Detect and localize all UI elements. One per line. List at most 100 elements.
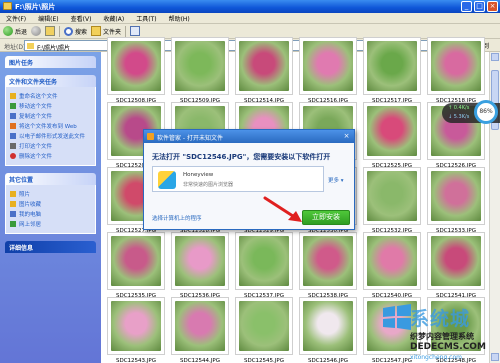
- folder-icon: [10, 201, 16, 207]
- thumbnail-photo: [303, 236, 353, 286]
- folder-icon: [27, 43, 34, 49]
- menu-tools[interactable]: 工具(T): [136, 14, 156, 23]
- views-button[interactable]: [130, 26, 141, 36]
- file-name[interactable]: SDC12543.JPG: [105, 358, 167, 363]
- minimize-button[interactable]: _: [461, 1, 472, 12]
- dialog-message: 无法打开 "SDC12546.JPG"，您需要安装以下软件打开: [152, 153, 331, 161]
- menu-view[interactable]: 查看(V): [71, 14, 92, 23]
- maximize-button[interactable]: □: [474, 1, 485, 12]
- thumbnail[interactable]: [235, 37, 293, 95]
- folder-icon: [3, 2, 12, 10]
- watermark-brand: 系统城: [410, 308, 471, 330]
- thumbnail[interactable]: [107, 297, 165, 355]
- place-my-computer[interactable]: 我的电脑: [10, 210, 91, 218]
- menu-edit[interactable]: 编辑(E): [38, 14, 58, 23]
- details-header[interactable]: 详细信息: [5, 241, 96, 253]
- windows-logo-icon: [383, 304, 411, 330]
- copy-icon: [10, 113, 16, 119]
- menu-help[interactable]: 帮助(H): [169, 14, 190, 23]
- task-label: 删除这个文件: [19, 154, 53, 160]
- dialog-close-button[interactable]: ×: [342, 132, 351, 141]
- menu-file[interactable]: 文件(F): [6, 14, 26, 23]
- task-rename[interactable]: 重命名这个文件: [10, 92, 91, 100]
- thumbnail[interactable]: [363, 232, 421, 290]
- software-manager-icon: [147, 133, 154, 140]
- picture-tasks-panel: 图片任务: [5, 56, 96, 68]
- folders-button[interactable]: 文件夹: [91, 26, 121, 36]
- thumbnail[interactable]: [363, 37, 421, 95]
- toolbar-separator: [59, 25, 61, 37]
- place-photos[interactable]: 照片: [10, 190, 91, 198]
- thumbnail[interactable]: [299, 37, 357, 95]
- place-label: 图片收藏: [19, 202, 42, 208]
- task-copy[interactable]: 复制这个文件: [10, 112, 91, 120]
- watermark: 系统城 织梦内容管理系统 DEDECMS.COM xitongcheng.com: [380, 302, 500, 363]
- views-icon: [130, 26, 141, 36]
- thumbnail[interactable]: [427, 167, 485, 225]
- thumbnail-photo: [431, 236, 481, 286]
- place-label: 网上邻居: [19, 222, 42, 228]
- file-name[interactable]: SDC12545.JPG: [233, 358, 295, 363]
- scroll-up-arrow[interactable]: [491, 53, 499, 61]
- thumbnail[interactable]: [235, 232, 293, 290]
- place-my-pictures[interactable]: 图片收藏: [10, 200, 91, 208]
- back-button[interactable]: 后退: [3, 26, 27, 36]
- task-label: 打印这个文件: [19, 144, 53, 150]
- thumbnail-photo: [303, 41, 353, 91]
- thumbnail[interactable]: [427, 37, 485, 95]
- folders-icon: [91, 26, 102, 36]
- file-name[interactable]: SDC12546.JPG: [297, 358, 359, 363]
- thumbnail[interactable]: [299, 297, 357, 355]
- thumbnail-photo: [367, 106, 417, 156]
- other-places-header[interactable]: 其它位置: [5, 173, 96, 185]
- task-email[interactable]: 以电子邮件形式发送此文件: [10, 132, 91, 140]
- more-link[interactable]: 更多 ▾: [328, 176, 344, 184]
- task-delete[interactable]: 删除这个文件: [10, 152, 91, 160]
- network-speed-widget[interactable]: ↑ 0.4K/s ↓ 5.3K/s 86%: [442, 100, 500, 124]
- search-icon: [64, 26, 74, 36]
- more-label: 更多: [328, 178, 340, 184]
- picture-tasks-header[interactable]: 图片任务: [5, 56, 96, 68]
- file-tasks-header[interactable]: 文件和文件夹任务: [5, 75, 96, 87]
- forward-button[interactable]: [31, 26, 42, 36]
- choose-program-link[interactable]: 选择计算机上的程序: [152, 214, 202, 222]
- thumbnail[interactable]: [107, 232, 165, 290]
- task-publish-web[interactable]: 将这个文件发布到 Web: [10, 122, 91, 130]
- delete-icon: [10, 153, 16, 159]
- back-arrow-icon: [3, 26, 13, 36]
- thumbnail-photo: [239, 236, 289, 286]
- task-move[interactable]: 移动这个文件: [10, 102, 91, 110]
- thumbnail[interactable]: [363, 102, 421, 160]
- thumbnail[interactable]: [171, 37, 229, 95]
- software-card[interactable]: Honeyview 非常快速的图片浏览器: [152, 166, 324, 192]
- file-name[interactable]: SDC12544.JPG: [169, 358, 231, 363]
- file-tasks-title: 文件和文件夹任务: [9, 78, 58, 86]
- search-button[interactable]: 搜索: [64, 26, 87, 36]
- thumbnail-photo: [111, 301, 161, 351]
- publish-icon: [10, 123, 16, 129]
- thumbnail-photo: [239, 41, 289, 91]
- thumbnail[interactable]: [107, 37, 165, 95]
- thumbnail[interactable]: [235, 297, 293, 355]
- close-button[interactable]: ×: [487, 1, 498, 12]
- thumbnail[interactable]: [427, 232, 485, 290]
- thumbnail[interactable]: [171, 232, 229, 290]
- thumbnail[interactable]: [171, 297, 229, 355]
- menu-bar: 文件(F) 编辑(E) 查看(V) 收藏(A) 工具(T) 帮助(H): [0, 13, 500, 24]
- watermark-line2: DEDECMS.COM: [410, 342, 486, 352]
- place-network[interactable]: 网上邻居: [10, 220, 91, 228]
- computer-icon: [10, 211, 16, 217]
- install-now-button[interactable]: 立即安装: [302, 210, 350, 225]
- software-name: Honeyview: [183, 172, 214, 178]
- up-button[interactable]: [45, 26, 56, 36]
- thumbnail[interactable]: [299, 232, 357, 290]
- thumbnail[interactable]: [363, 167, 421, 225]
- task-print[interactable]: 打印这个文件: [10, 142, 91, 150]
- thumbnail-photo: [303, 301, 353, 351]
- menu-favorites[interactable]: 收藏(A): [103, 14, 124, 23]
- usage-percent: 86%: [474, 100, 498, 124]
- thumbnail-photo: [367, 171, 417, 221]
- address-label: 地址(D): [4, 44, 26, 51]
- forward-arrow-icon: [31, 26, 42, 36]
- thumbnail-photo: [367, 236, 417, 286]
